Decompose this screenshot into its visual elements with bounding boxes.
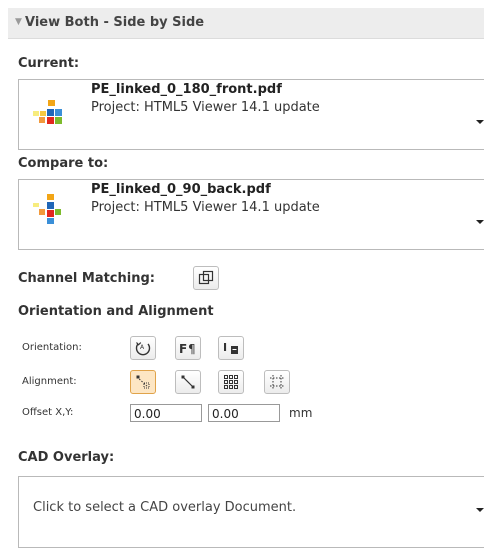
- svg-text:I: I: [223, 341, 227, 354]
- flip-orientation-button[interactable]: F ¶: [175, 336, 201, 360]
- chevron-down-icon[interactable]: [476, 508, 484, 512]
- align-grid-button[interactable]: [218, 370, 244, 394]
- offset-unit: mm: [289, 406, 313, 420]
- orientation-label: Orientation:: [22, 342, 82, 353]
- offset-y-input[interactable]: 0.00: [208, 404, 280, 422]
- current-label: Current:: [18, 56, 80, 71]
- svg-text:¶: ¶: [188, 342, 196, 356]
- mirror-orientation-button[interactable]: I: [218, 336, 244, 360]
- panel-header[interactable]: ▼ View Both - Side by Side: [8, 8, 484, 39]
- align-diagonal-button[interactable]: [175, 370, 201, 394]
- orientation-alignment-title: Orientation and Alignment: [18, 304, 214, 319]
- cad-overlay-selector[interactable]: Click to select a CAD overlay Document.: [18, 476, 484, 548]
- overlap-squares-icon: [198, 270, 214, 285]
- align-corner-icon: [136, 375, 150, 389]
- cad-overlay-placeholder: Click to select a CAD overlay Document.: [33, 500, 297, 515]
- current-document-selector[interactable]: PE_linked_0_180_front.pdf Project: HTML5…: [18, 79, 484, 150]
- align-diagonal-icon: [181, 375, 195, 389]
- rotate-icon: A: [135, 342, 151, 356]
- document-thumbnail-icon: [33, 194, 73, 224]
- panel-title: View Both - Side by Side: [25, 15, 205, 30]
- mirror-icon: I: [223, 341, 238, 354]
- flip-horizontal-icon: F ¶: [179, 342, 196, 356]
- compare-file-name: PE_linked_0_90_back.pdf: [91, 182, 271, 197]
- grid-icon: [224, 375, 238, 389]
- align-crop-marks-button[interactable]: [264, 370, 290, 394]
- rotate-orientation-button[interactable]: A: [130, 336, 156, 360]
- chevron-down-icon[interactable]: [476, 120, 484, 124]
- channel-matching-button[interactable]: [193, 266, 219, 290]
- current-project-name: Project: HTML5 Viewer 14.1 update: [91, 100, 320, 115]
- collapse-triangle-icon[interactable]: ▼: [15, 17, 22, 27]
- compare-document-selector[interactable]: PE_linked_0_90_back.pdf Project: HTML5 V…: [18, 179, 484, 250]
- cad-overlay-label: CAD Overlay:: [18, 450, 115, 465]
- document-thumbnail-icon: [33, 100, 73, 130]
- svg-text:F: F: [179, 342, 187, 356]
- compare-label: Compare to:: [18, 156, 109, 171]
- current-file-name: PE_linked_0_180_front.pdf: [91, 82, 282, 97]
- alignment-label: Alignment:: [22, 376, 77, 387]
- crop-marks-icon: [270, 375, 284, 389]
- svg-text:A: A: [140, 344, 145, 351]
- compare-project-name: Project: HTML5 Viewer 14.1 update: [91, 200, 320, 215]
- offset-label: Offset X,Y:: [22, 407, 74, 418]
- align-top-left-button[interactable]: [130, 370, 156, 394]
- view-both-panel: ▼ View Both - Side by Side Current: PE_l…: [8, 8, 484, 548]
- chevron-down-icon[interactable]: [476, 220, 484, 224]
- channel-matching-label: Channel Matching:: [18, 271, 155, 286]
- offset-x-input[interactable]: 0.00: [130, 404, 202, 422]
